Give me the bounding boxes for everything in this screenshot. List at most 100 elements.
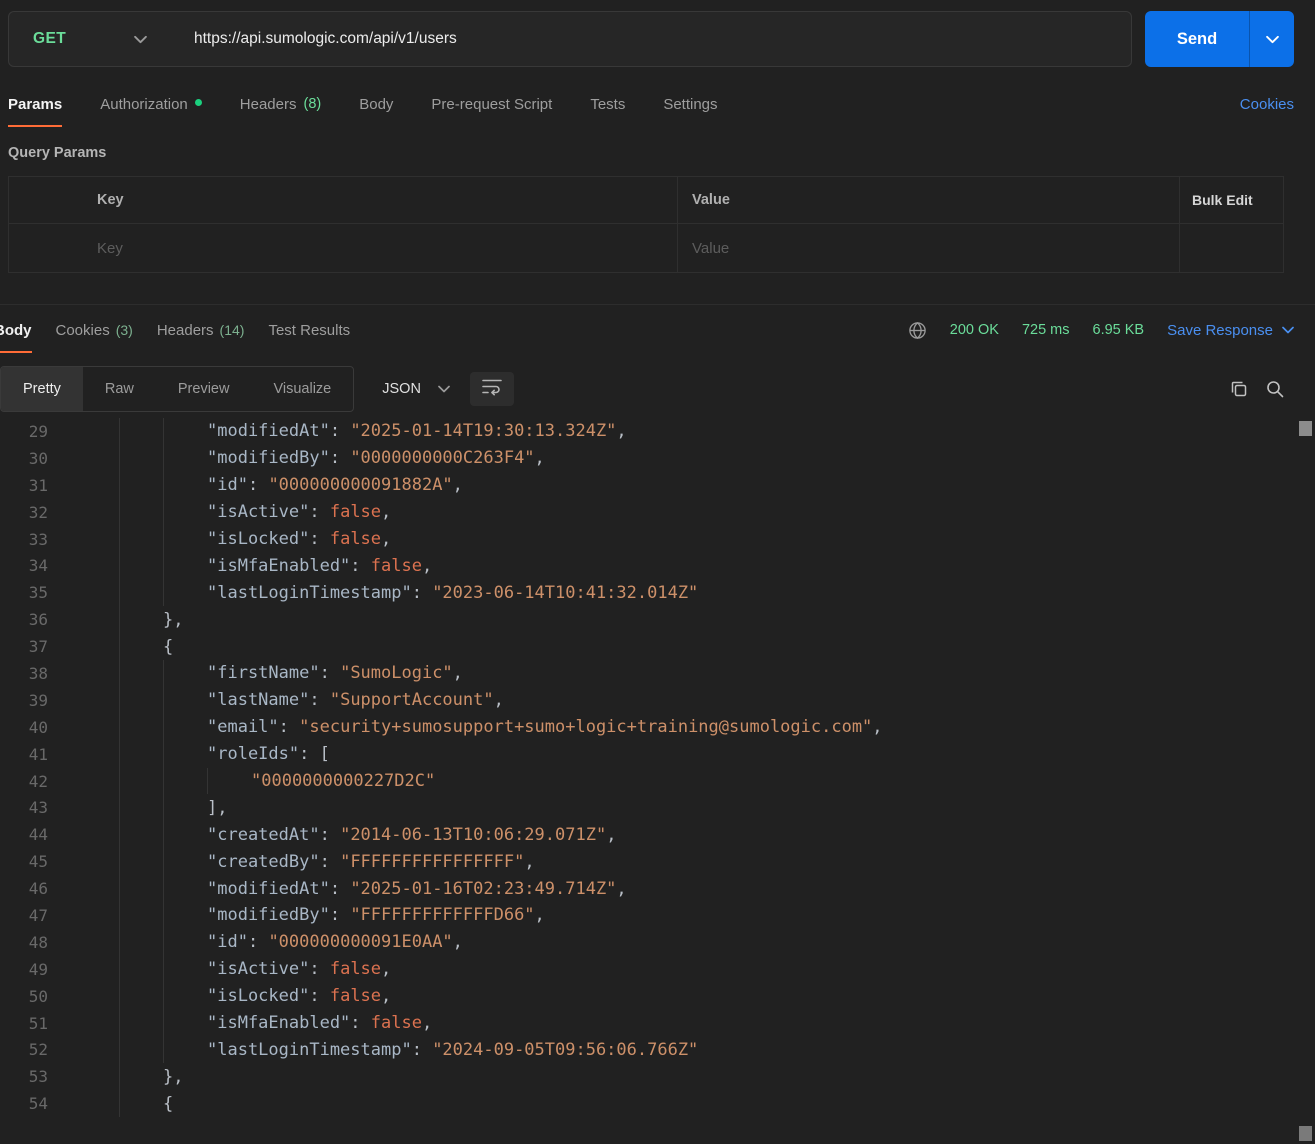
view-mode-pretty[interactable]: Pretty	[1, 367, 83, 411]
cookies-link[interactable]: Cookies	[1240, 96, 1294, 113]
indent-guide	[163, 526, 207, 553]
line-number: 54	[0, 1094, 48, 1113]
code-line: 36},	[0, 606, 1315, 633]
response-headers-count: (14)	[220, 322, 245, 338]
response-tab-body[interactable]: Body	[0, 305, 32, 355]
send-options-chevron-icon[interactable]	[1250, 35, 1294, 44]
method-selector[interactable]: GET	[9, 12, 169, 66]
indent-guide	[119, 875, 163, 902]
tab-params[interactable]: Params	[8, 79, 62, 129]
wrap-lines-button[interactable]	[470, 372, 514, 406]
indent-guide	[163, 983, 207, 1010]
json-key: "isLocked"	[207, 529, 309, 549]
code-line-content: "lastLoginTimestamp": "2024-09-05T09:56:…	[75, 1036, 698, 1063]
line-number: 52	[0, 1040, 48, 1059]
json-boolean: false	[371, 1013, 422, 1033]
bulk-edit-column	[1179, 224, 1283, 272]
line-number: 47	[0, 906, 48, 925]
line-number: 41	[0, 745, 48, 764]
key-column-header: Key	[75, 177, 677, 223]
save-response-button[interactable]: Save Response	[1167, 322, 1294, 339]
search-response-button[interactable]	[1265, 379, 1285, 399]
indent-guide	[163, 875, 207, 902]
request-url-row: GET Send	[0, 0, 1315, 79]
indent-guide	[119, 526, 163, 553]
param-key-input[interactable]	[97, 240, 648, 257]
code-line-content: {	[75, 1090, 173, 1117]
view-mode-raw[interactable]: Raw	[83, 367, 156, 411]
code-line-content: "isActive": false,	[75, 956, 391, 983]
copy-response-button[interactable]	[1229, 379, 1249, 399]
tab-label: Authorization	[100, 96, 188, 113]
line-number: 49	[0, 960, 48, 979]
json-punctuation: :	[330, 448, 350, 468]
json-punctuation: ,	[453, 932, 463, 952]
json-string: "FFFFFFFFFFFFFD66"	[350, 905, 534, 925]
json-punctuation: ,	[524, 852, 534, 872]
response-tab-cookies[interactable]: Cookies (3)	[56, 305, 133, 355]
json-string: "SumoLogic"	[340, 663, 453, 683]
response-tab-headers[interactable]: Headers (14)	[157, 305, 245, 355]
code-line-content: "modifiedBy": "0000000000C263F4",	[75, 445, 545, 472]
json-punctuation: },	[163, 1067, 183, 1087]
indent-guide	[75, 1036, 119, 1063]
indent-guide	[75, 1090, 119, 1117]
bulk-edit-button[interactable]: Bulk Edit	[1179, 177, 1283, 223]
json-punctuation: ,	[381, 529, 391, 549]
view-mode-preview[interactable]: Preview	[156, 367, 252, 411]
indent-guide	[163, 956, 207, 983]
indent-guide	[119, 552, 163, 579]
code-line-content: "modifiedBy": "FFFFFFFFFFFFFD66",	[75, 902, 545, 929]
indent-guide	[163, 929, 207, 956]
code-lines: 29"modifiedAt": "2025-01-14T19:30:13.324…	[0, 413, 1315, 1117]
json-key: "createdAt"	[207, 825, 320, 845]
method-label: GET	[33, 30, 66, 48]
json-key: "lastName"	[207, 690, 309, 710]
query-params-table: Key Value Bulk Edit	[8, 176, 1284, 273]
json-boolean: false	[330, 502, 381, 522]
indent-guide	[119, 714, 163, 741]
code-line: 49 "isActive": false,	[0, 956, 1315, 983]
json-punctuation: :	[412, 583, 432, 603]
response-tab-test-results[interactable]: Test Results	[268, 305, 350, 355]
code-line: 33"isLocked": false,	[0, 526, 1315, 553]
indent-guide	[75, 821, 119, 848]
status-code: 200 OK	[950, 322, 999, 338]
view-mode-visualize[interactable]: Visualize	[251, 367, 353, 411]
url-input[interactable]	[169, 12, 1131, 66]
language-label: JSON	[382, 381, 421, 397]
indent-guide	[119, 1063, 163, 1090]
code-line-content: "isActive": false,	[75, 499, 391, 526]
indent-guide	[75, 983, 119, 1010]
line-number: 36	[0, 610, 48, 629]
authorization-configured-dot	[195, 99, 202, 106]
tab-headers[interactable]: Headers (8)	[240, 79, 321, 129]
json-punctuation: },	[163, 610, 183, 630]
tab-authorization[interactable]: Authorization	[100, 79, 202, 129]
tab-tests[interactable]: Tests	[590, 79, 625, 129]
horizontal-scrollbar-thumb[interactable]	[1299, 1126, 1312, 1141]
code-line: 40"email": "security+sumosupport+sumo+lo…	[0, 714, 1315, 741]
code-line-content: "lastName": "SupportAccount",	[75, 687, 504, 714]
tab-settings[interactable]: Settings	[663, 79, 717, 129]
line-number: 32	[0, 503, 48, 522]
line-number: 39	[0, 691, 48, 710]
vertical-scrollbar-thumb[interactable]	[1299, 421, 1312, 436]
tab-label: Body	[0, 322, 32, 339]
code-line-content: {	[75, 633, 173, 660]
chevron-down-icon	[134, 35, 147, 44]
json-key: "isMfaEnabled"	[207, 556, 350, 576]
param-value-input[interactable]	[692, 240, 1155, 257]
language-dropdown[interactable]: JSON	[382, 381, 450, 397]
network-globe-icon[interactable]	[908, 321, 927, 340]
tab-pre-request-script[interactable]: Pre-request Script	[431, 79, 552, 129]
code-line: 35"lastLoginTimestamp": "2023-06-14T10:4…	[0, 579, 1315, 606]
json-string: "SupportAccount"	[330, 690, 494, 710]
json-punctuation: :	[309, 959, 329, 979]
response-body-viewer: 29"modifiedAt": "2025-01-14T19:30:13.324…	[0, 413, 1315, 1144]
send-button[interactable]: Send	[1145, 11, 1294, 67]
indent-guide	[163, 687, 207, 714]
tab-body[interactable]: Body	[359, 79, 393, 129]
query-params-title: Query Params	[8, 145, 1315, 161]
code-line: 29"modifiedAt": "2025-01-14T19:30:13.324…	[0, 418, 1315, 445]
